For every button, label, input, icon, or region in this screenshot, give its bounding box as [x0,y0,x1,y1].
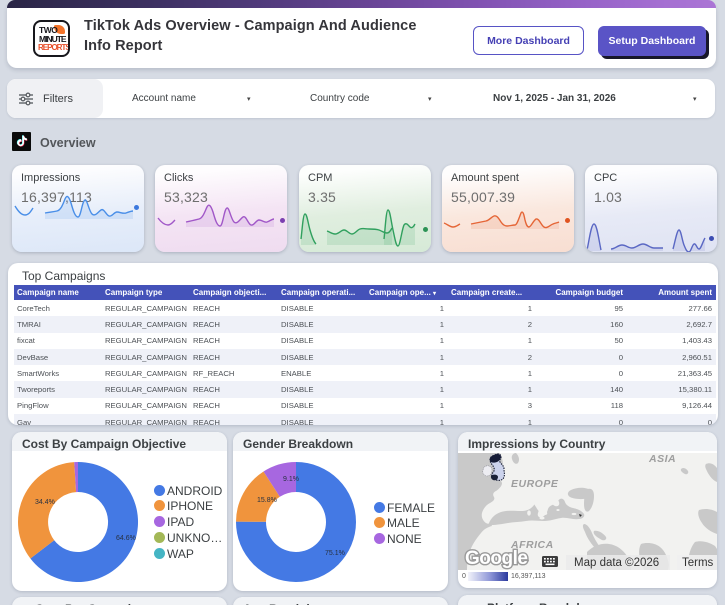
svg-text:EUROPE: EUROPE [511,478,559,490]
svg-text:Terms: Terms [682,557,714,569]
svg-text:Map data ©2026: Map data ©2026 [574,557,659,569]
svg-text:ASIA: ASIA [648,453,676,465]
svg-text:Google: Google [465,548,527,569]
